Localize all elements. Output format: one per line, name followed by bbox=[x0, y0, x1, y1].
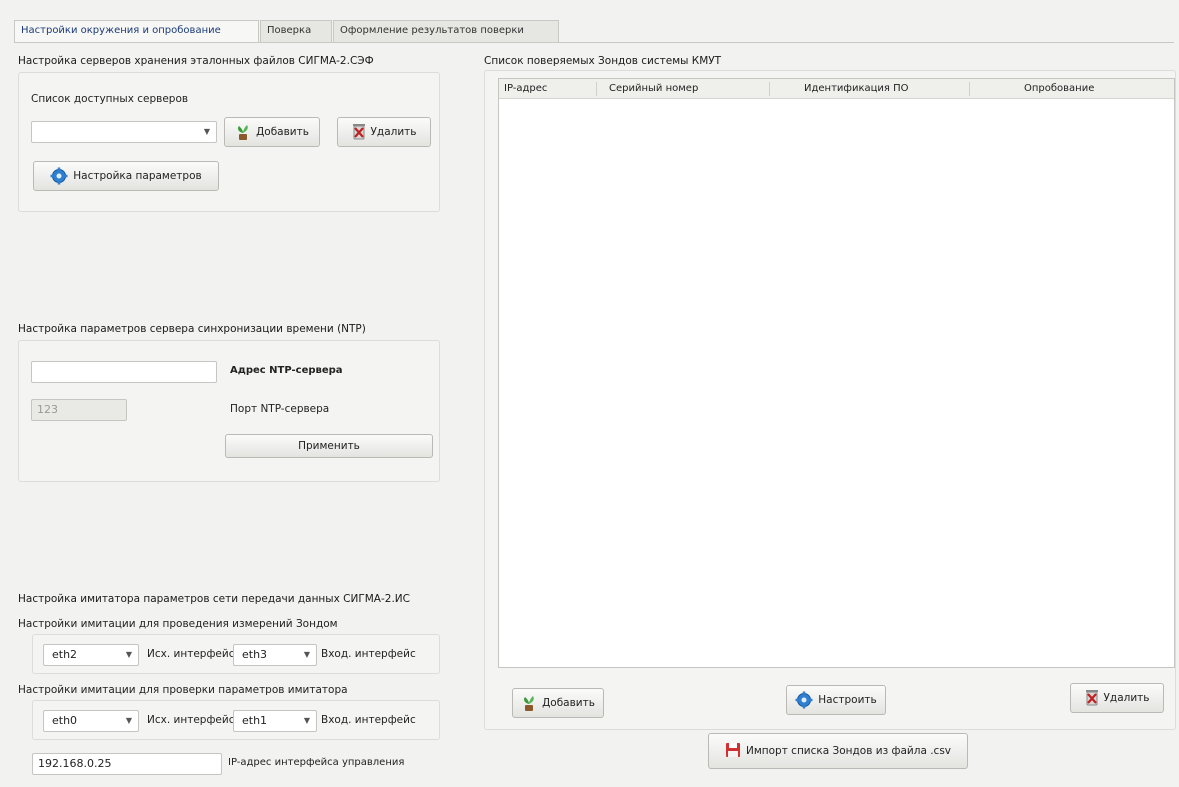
probes-section-title: Список поверяемых Зондов системы КМУТ bbox=[484, 55, 722, 67]
imitator-measure-title: Настройки имитации для проведения измере… bbox=[18, 618, 338, 630]
imitator-section-title: Настройка имитатора параметров сети пере… bbox=[18, 593, 410, 605]
measure-out-interface-combo[interactable]: eth2 ▼ bbox=[43, 644, 139, 666]
ntp-group: Адрес NTP-сервера 123 Порт NTP-сервера П… bbox=[18, 340, 440, 482]
tab-bar: Настройки окружения и опробование Поверк… bbox=[14, 20, 559, 42]
settings-parameters-button[interactable]: Настройка параметров bbox=[33, 161, 219, 191]
servers-section-title: Настройка серверов хранения эталонных фа… bbox=[18, 55, 374, 67]
save-disk-icon bbox=[725, 742, 741, 761]
chevron-down-icon: ▼ bbox=[303, 716, 310, 725]
chevron-down-icon: ▼ bbox=[125, 650, 132, 659]
ntp-port-input[interactable]: 123 bbox=[31, 399, 127, 421]
imitator-group: Настройки имитации для проведения измере… bbox=[18, 610, 440, 780]
servers-combo[interactable]: ▼ bbox=[31, 121, 217, 143]
control-ip-input[interactable]: 192.168.0.25 bbox=[32, 753, 222, 775]
check-out-value: eth0 bbox=[52, 714, 78, 727]
gear-icon bbox=[795, 691, 813, 709]
probes-table-header: IP-адрес Серийный номер Идентификация ПО… bbox=[499, 79, 1174, 99]
probes-add-button[interactable]: Добавить bbox=[512, 688, 604, 718]
servers-add-label: Добавить bbox=[256, 126, 309, 138]
measure-in-value: eth3 bbox=[242, 648, 268, 661]
column-testing[interactable]: Опробование bbox=[1024, 79, 1094, 99]
chevron-down-icon: ▼ bbox=[203, 127, 210, 136]
imitator-measure-group: eth2 ▼ Исх. интерфейс eth3 ▼ Вход. интер… bbox=[32, 634, 440, 674]
ntp-apply-label: Применить bbox=[298, 440, 360, 452]
add-plant-icon bbox=[235, 123, 251, 141]
measure-out-label: Исх. интерфейс bbox=[147, 648, 235, 660]
import-csv-button[interactable]: Импорт списка Зондов из файла .csv bbox=[708, 733, 968, 769]
check-out-label: Исх. интерфейс bbox=[147, 714, 235, 726]
probes-configure-button[interactable]: Настроить bbox=[786, 685, 886, 715]
check-out-interface-combo[interactable]: eth0 ▼ bbox=[43, 710, 139, 732]
check-in-label: Вход. интерфейс bbox=[321, 714, 416, 726]
chevron-down-icon: ▼ bbox=[125, 716, 132, 725]
imitator-check-group: eth0 ▼ Исх. интерфейс eth1 ▼ Вход. интер… bbox=[32, 700, 440, 740]
tab-environment-settings[interactable]: Настройки окружения и опробование bbox=[14, 20, 259, 42]
ntp-section-title: Настройка параметров сервера синхронизац… bbox=[18, 323, 366, 335]
column-separator bbox=[969, 82, 970, 96]
column-software-id[interactable]: Идентификация ПО bbox=[804, 79, 909, 99]
servers-delete-button[interactable]: Удалить bbox=[337, 117, 431, 147]
probes-delete-label: Удалить bbox=[1103, 692, 1150, 704]
check-in-value: eth1 bbox=[242, 714, 268, 727]
probes-delete-button[interactable]: Удалить bbox=[1070, 683, 1164, 713]
check-in-interface-combo[interactable]: eth1 ▼ bbox=[233, 710, 317, 732]
probes-table[interactable]: IP-адрес Серийный номер Идентификация ПО… bbox=[498, 78, 1175, 668]
measure-in-label: Вход. интерфейс bbox=[321, 648, 416, 660]
gear-icon bbox=[50, 167, 68, 185]
tab-results[interactable]: Оформление результатов поверки bbox=[333, 20, 559, 42]
ntp-port-label: Порт NTP-сервера bbox=[230, 403, 330, 415]
measure-out-value: eth2 bbox=[52, 648, 78, 661]
probes-configure-label: Настроить bbox=[818, 694, 877, 706]
control-ip-label: IP-адрес интерфейса управления bbox=[228, 757, 405, 768]
servers-add-button[interactable]: Добавить bbox=[224, 117, 320, 147]
probes-add-label: Добавить bbox=[542, 697, 595, 709]
import-csv-label: Импорт списка Зондов из файла .csv bbox=[745, 745, 952, 757]
column-separator bbox=[769, 82, 770, 96]
column-serial-number[interactable]: Серийный номер bbox=[609, 79, 698, 99]
column-separator bbox=[596, 82, 597, 96]
measure-in-interface-combo[interactable]: eth3 ▼ bbox=[233, 644, 317, 666]
ntp-apply-button[interactable]: Применить bbox=[225, 434, 433, 458]
ntp-address-label: Адрес NTP-сервера bbox=[230, 365, 343, 376]
servers-delete-label: Удалить bbox=[370, 126, 417, 138]
servers-group: Список доступных серверов ▼ Добавить Уда… bbox=[18, 72, 440, 212]
column-ip-address[interactable]: IP-адрес bbox=[504, 79, 547, 99]
ntp-address-input[interactable] bbox=[31, 361, 217, 383]
add-plant-icon bbox=[521, 694, 537, 712]
servers-list-label: Список доступных серверов bbox=[31, 93, 189, 105]
delete-icon bbox=[1085, 688, 1099, 709]
delete-icon bbox=[352, 122, 366, 143]
tab-verification[interactable]: Поверка bbox=[260, 20, 332, 42]
settings-parameters-label: Настройка параметров bbox=[73, 170, 202, 182]
imitator-check-title: Настройки имитации для проверки параметр… bbox=[18, 684, 348, 696]
chevron-down-icon: ▼ bbox=[303, 650, 310, 659]
